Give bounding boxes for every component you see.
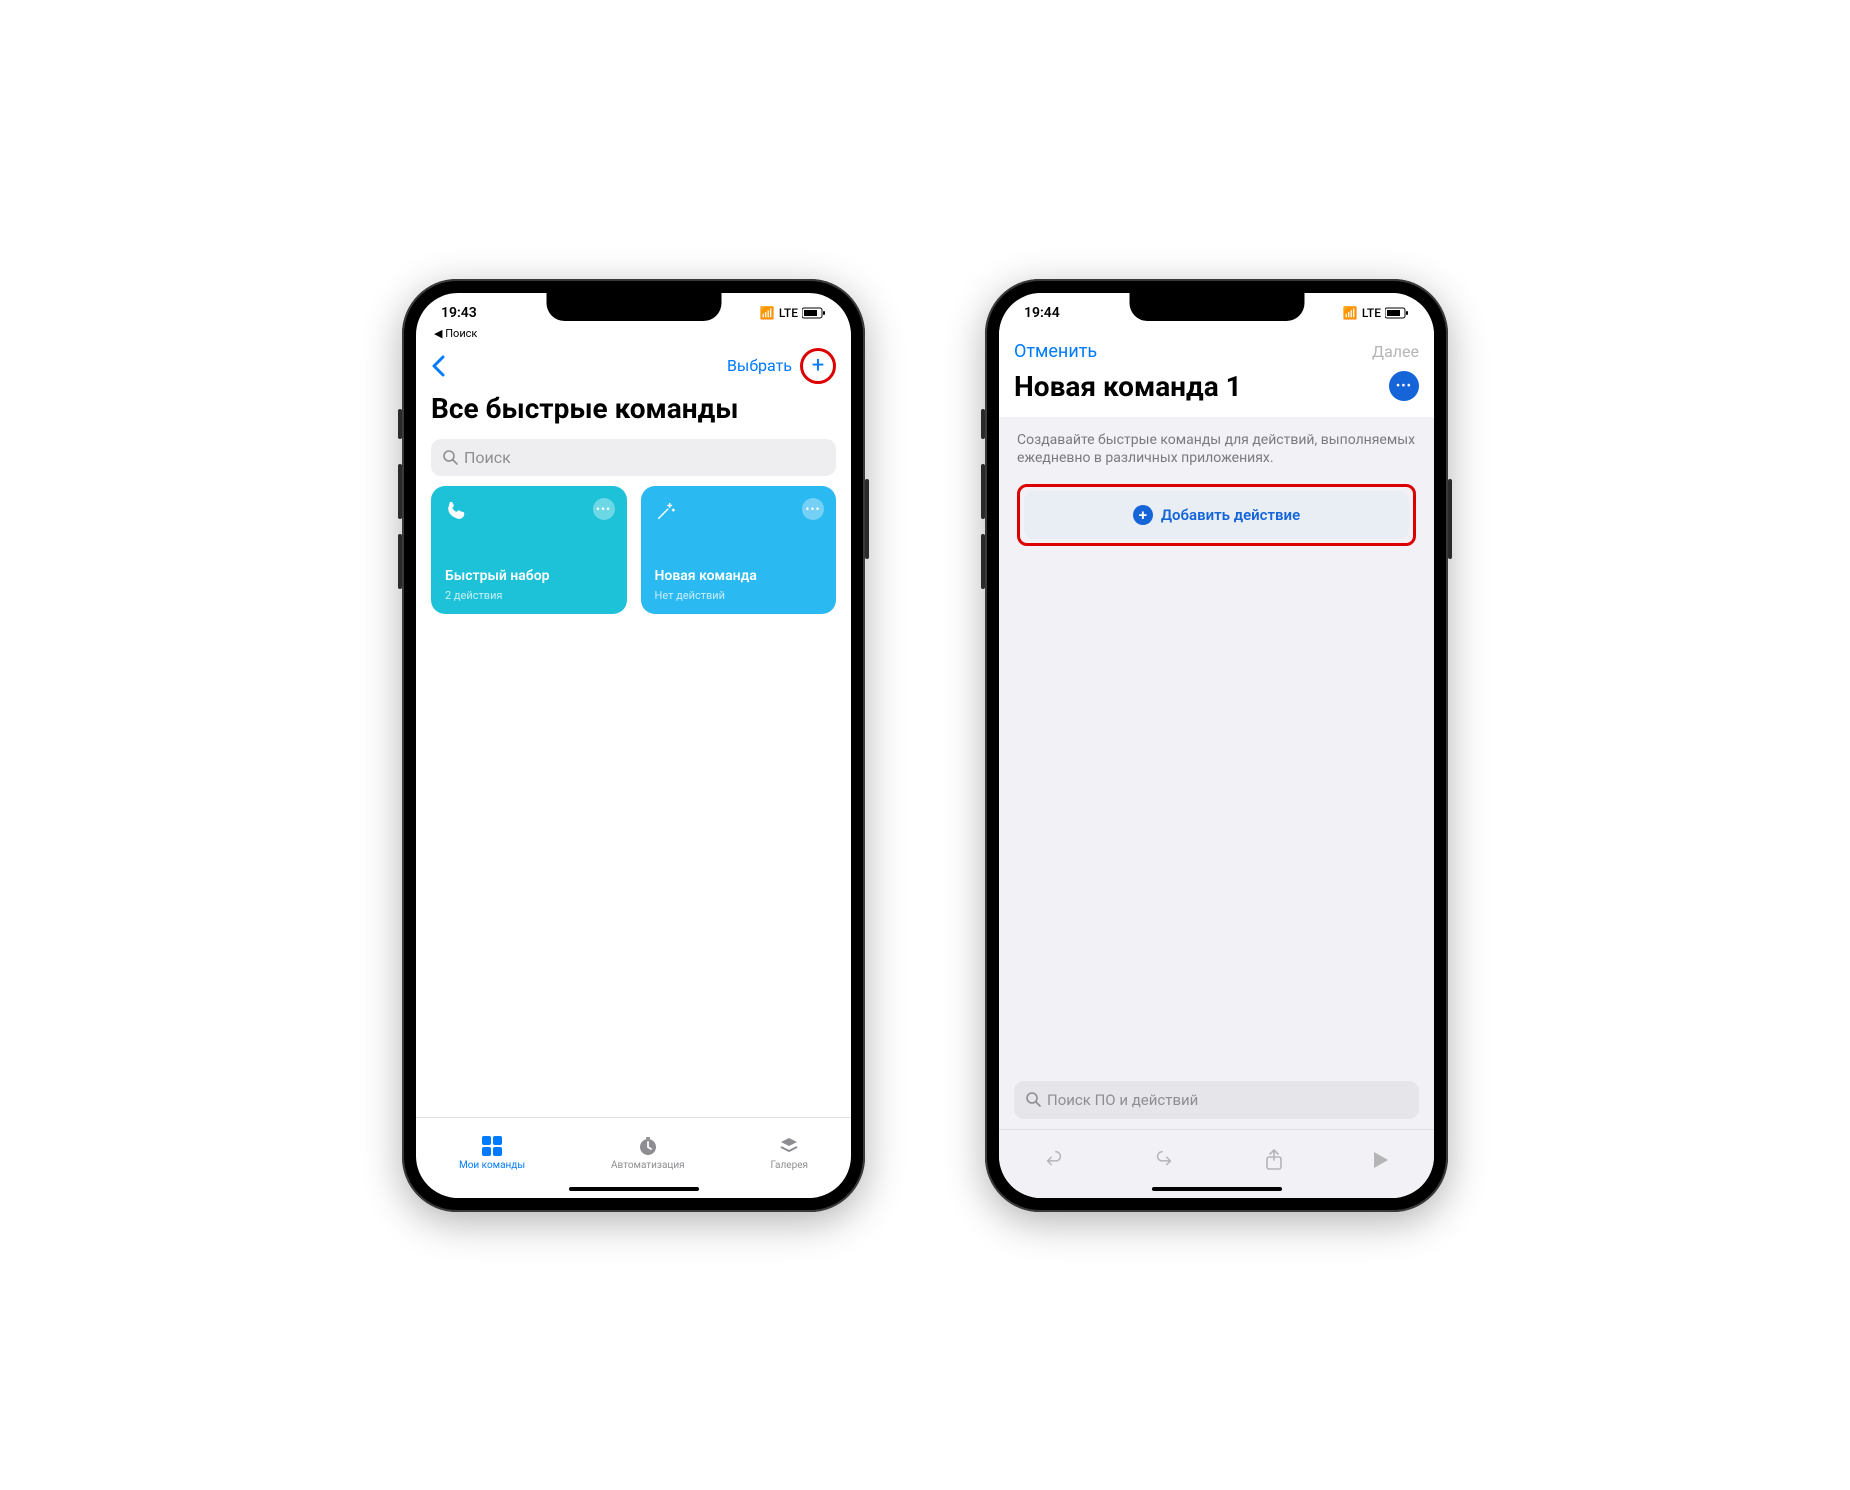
search-input[interactable]: Поиск [431, 439, 836, 476]
cancel-button[interactable]: Отменить [1014, 341, 1097, 362]
add-action-highlight: + Добавить действие [1017, 484, 1416, 546]
signal-icon: 📶 [760, 306, 775, 320]
gallery-icon [777, 1134, 801, 1158]
add-action-button[interactable]: + Добавить действие [1024, 491, 1409, 539]
shortcut-tile-new-command[interactable]: ••• Новая команда Нет действий [641, 486, 837, 614]
network-label: LTE [779, 306, 798, 320]
search-placeholder: Поиск [464, 448, 511, 467]
more-options-button[interactable]: ••• [1389, 371, 1419, 401]
shortcut-tile-speed-dial[interactable]: ••• Быстрый набор 2 действия [431, 486, 627, 614]
tile-title: Новая команда [655, 568, 757, 584]
add-shortcut-button[interactable]: + [800, 348, 836, 384]
select-button[interactable]: Выбрать [727, 356, 792, 375]
network-label: LTE [1362, 306, 1381, 320]
play-button[interactable] [1372, 1150, 1390, 1170]
tab-bar: Мои команды Автоматизация Галерея [416, 1117, 851, 1198]
redo-button[interactable] [1153, 1149, 1175, 1171]
undo-button[interactable] [1043, 1149, 1065, 1171]
home-indicator[interactable] [569, 1187, 699, 1191]
phone-right: 19:44 📶 LTE Отменить Далее Новая команда… [985, 279, 1448, 1212]
next-button[interactable]: Далее [1372, 342, 1419, 361]
add-action-label: Добавить действие [1161, 506, 1300, 524]
plus-icon: + [1133, 505, 1153, 525]
tab-label: Галерея [771, 1160, 808, 1171]
description-text: Создавайте быстрые команды для действий,… [999, 417, 1434, 477]
tile-subtitle: Нет действий [655, 589, 726, 602]
tile-title: Быстрый набор [445, 568, 550, 584]
share-button[interactable] [1264, 1148, 1284, 1172]
battery-icon [802, 307, 826, 319]
tile-subtitle: 2 действия [445, 589, 502, 602]
search-placeholder: Поиск ПО и действий [1047, 1091, 1198, 1109]
tab-label: Мои команды [459, 1160, 525, 1171]
wand-icon [655, 500, 823, 522]
tab-gallery[interactable]: Галерея [771, 1134, 808, 1171]
tab-automation[interactable]: Автоматизация [611, 1134, 685, 1171]
page-title: Новая команда 1 [1014, 370, 1242, 403]
battery-icon [1385, 307, 1409, 319]
back-to-search[interactable]: ◀ Поиск [416, 327, 851, 340]
plus-icon: + [812, 355, 824, 377]
tile-more-button[interactable]: ••• [593, 498, 615, 520]
search-actions-input[interactable]: Поиск ПО и действий [1014, 1081, 1419, 1119]
tab-my-shortcuts[interactable]: Мои команды [459, 1134, 525, 1171]
search-icon [1026, 1092, 1041, 1107]
clock-icon [636, 1134, 660, 1158]
back-button[interactable] [431, 355, 445, 377]
tile-more-button[interactable]: ••• [802, 498, 824, 520]
phone-icon [445, 500, 613, 522]
home-indicator[interactable] [1152, 1187, 1282, 1191]
page-title: Все быстрые команды [416, 388, 851, 429]
phone-left: 19:43 📶 LTE ◀ Поиск Выбрать + Все быстры… [402, 279, 865, 1212]
signal-icon: 📶 [1343, 306, 1358, 320]
grid-icon [480, 1134, 504, 1158]
search-icon [443, 450, 458, 465]
tab-label: Автоматизация [611, 1160, 685, 1171]
